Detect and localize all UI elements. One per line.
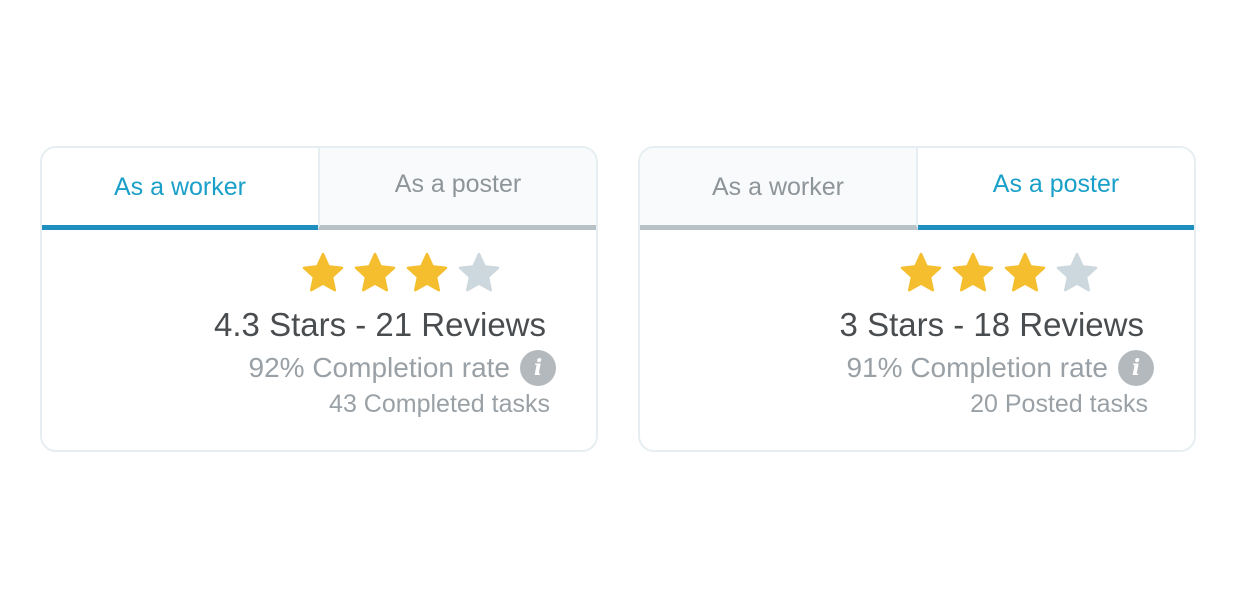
completion-rate: 91% Completion rate (846, 352, 1108, 383)
rating-summary: 4.3 Stars - 21 Reviews (214, 306, 546, 343)
worker-rating-card: As a worker As a poster 4.3 Stars - 21 R… (40, 146, 598, 452)
star-rating (900, 252, 1098, 294)
rating-body: 4.3 Stars - 21 Reviews 92% Completion ra… (42, 230, 596, 450)
completion-rate: 92% Completion rate (248, 352, 510, 383)
star-rating (302, 252, 500, 294)
info-icon[interactable]: i (1118, 350, 1154, 386)
star-empty-icon (458, 252, 500, 292)
tab-label: As a worker (114, 173, 246, 201)
star-filled-icon (1004, 252, 1046, 292)
star-empty-icon (1056, 252, 1098, 292)
tab-label: As a poster (992, 170, 1120, 198)
tab-as-worker[interactable]: As a worker (42, 148, 318, 230)
star-filled-icon (354, 252, 396, 292)
rating-summary: 3 Stars - 18 Reviews (839, 306, 1144, 343)
completion-rate-row: 91% Completion rate i (847, 350, 1154, 386)
star-filled-icon (952, 252, 994, 292)
rating-body: 3 Stars - 18 Reviews 91% Completion rate… (640, 230, 1194, 450)
role-tabs: As a worker As a poster (42, 148, 596, 230)
poster-rating-card: As a worker As a poster 3 Stars - 18 Rev… (638, 146, 1196, 452)
completion-rate-row: 92% Completion rate i (249, 350, 556, 386)
task-count: 20 Posted tasks (970, 390, 1148, 418)
role-tabs: As a worker As a poster (640, 148, 1194, 230)
tab-as-poster[interactable]: As a poster (318, 148, 596, 230)
tab-label: As a worker (712, 173, 844, 201)
tab-as-worker[interactable]: As a worker (640, 148, 918, 230)
star-filled-icon (302, 252, 344, 292)
info-icon[interactable]: i (520, 350, 556, 386)
task-count: 43 Completed tasks (329, 390, 550, 418)
star-filled-icon (900, 252, 942, 292)
star-filled-icon (406, 252, 448, 292)
tab-label: As a poster (394, 170, 522, 198)
tab-as-poster[interactable]: As a poster (918, 148, 1194, 230)
